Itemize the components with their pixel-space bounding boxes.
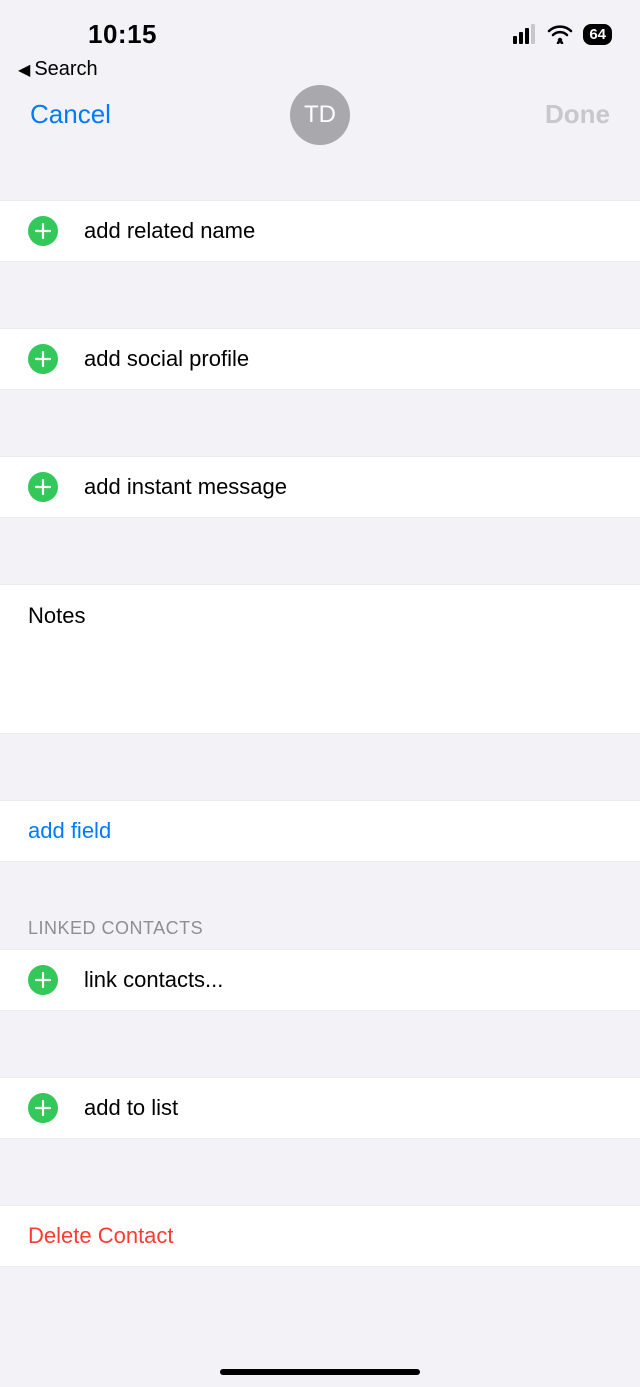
notes-field[interactable]: Notes: [0, 584, 640, 734]
add-field-row[interactable]: add field: [0, 800, 640, 862]
status-icons: 64: [513, 24, 612, 45]
plus-icon: [28, 965, 58, 995]
notes-label: Notes: [28, 603, 85, 628]
contact-avatar[interactable]: TD: [290, 85, 350, 145]
linked-contacts-header: LINKED CONTACTS: [0, 918, 640, 949]
status-bar: 10:15 64: [0, 0, 640, 50]
wifi-icon: [547, 24, 573, 44]
home-indicator[interactable]: [220, 1369, 420, 1375]
add-instant-message-row[interactable]: add instant message: [0, 456, 640, 518]
delete-contact-label: Delete Contact: [28, 1223, 174, 1249]
add-to-list-label: add to list: [84, 1095, 178, 1121]
nav-bar: Cancel TD Done: [0, 81, 640, 160]
add-social-profile-row[interactable]: add social profile: [0, 328, 640, 390]
done-button[interactable]: Done: [545, 99, 610, 130]
cellular-signal-icon: [513, 24, 537, 44]
cancel-button[interactable]: Cancel: [30, 99, 111, 130]
add-instant-message-label: add instant message: [84, 474, 287, 500]
plus-icon: [28, 344, 58, 374]
back-label: Search: [34, 58, 97, 81]
link-contacts-label: link contacts...: [84, 967, 223, 993]
add-to-list-row[interactable]: add to list: [0, 1077, 640, 1139]
link-contacts-row[interactable]: link contacts...: [0, 949, 640, 1011]
plus-icon: [28, 1093, 58, 1123]
chevron-left-icon: ◀: [18, 60, 30, 80]
add-social-profile-label: add social profile: [84, 346, 249, 372]
add-related-name-label: add related name: [84, 218, 255, 244]
delete-contact-row[interactable]: Delete Contact: [0, 1205, 640, 1267]
add-related-name-row[interactable]: add related name: [0, 200, 640, 262]
back-to-search[interactable]: ◀ Search: [0, 50, 640, 81]
plus-icon: [28, 216, 58, 246]
plus-icon: [28, 472, 58, 502]
battery-icon: 64: [583, 24, 612, 45]
status-time: 10:15: [88, 19, 157, 50]
add-field-label: add field: [28, 818, 111, 844]
